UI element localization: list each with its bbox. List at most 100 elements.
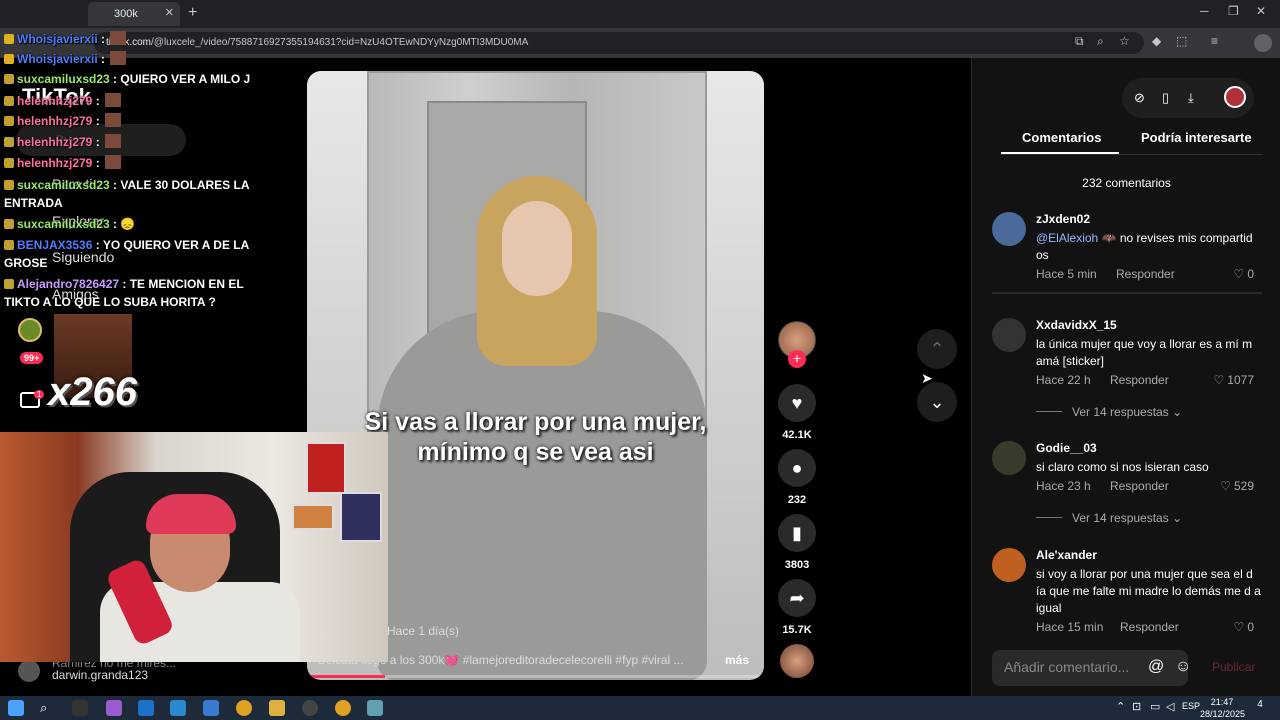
user-avatar[interactable] xyxy=(1224,86,1246,108)
comments-panel: ⊘ ▯ ⤓ Comentarios Podría interesarte 232… xyxy=(971,58,1280,698)
browser-tab[interactable]: 300k ✕ xyxy=(88,2,180,26)
view-replies-label: Ver 14 respuestas xyxy=(1072,511,1169,525)
mention-icon[interactable]: @ xyxy=(1148,658,1164,676)
url-bar[interactable]: tiktok.com/@luxcele_/video/7588716927355… xyxy=(94,32,1144,54)
clock[interactable]: 21:47 28/12/2025 xyxy=(1200,696,1246,720)
notification-center-icon[interactable]: 4 xyxy=(1252,699,1268,715)
window-close-icon[interactable]: ✕ xyxy=(1256,4,1266,18)
emote-icon xyxy=(105,155,122,169)
previous-video-button[interactable]: ⌃ xyxy=(917,329,957,369)
like-count: 42.1K xyxy=(782,429,812,441)
comment-user[interactable]: XxdavidxX_15 xyxy=(1036,318,1117,332)
file-explorer-icon[interactable] xyxy=(269,700,285,716)
search-icon[interactable]: ⌕ xyxy=(40,700,47,716)
avatar[interactable] xyxy=(992,212,1026,246)
more-link[interactable]: más xyxy=(725,653,749,667)
mouse-cursor-icon: ➤ xyxy=(921,370,933,386)
chrome-icon[interactable] xyxy=(236,700,252,716)
media-icon[interactable]: ≡ xyxy=(1211,34,1218,48)
tab-interest[interactable]: Podría interesarte xyxy=(1141,130,1252,145)
comment-button[interactable]: ● xyxy=(778,449,816,487)
edge-icon[interactable] xyxy=(170,700,186,716)
comment-like[interactable]: ♡ 0 xyxy=(1234,620,1254,634)
chat-message: suxcamiluxsd23 : QUIERO VER A MILO J xyxy=(4,70,250,88)
obs-icon[interactable] xyxy=(302,700,318,716)
comment-user[interactable]: Godie__03 xyxy=(1036,441,1097,455)
tab-comments[interactable]: Comentarios xyxy=(1022,130,1101,145)
windows-start-icon[interactable] xyxy=(8,700,24,716)
avatar[interactable] xyxy=(992,548,1026,582)
chat-user: BENJAX3536 xyxy=(17,238,93,252)
clock-date: 28/12/2025 xyxy=(1200,709,1246,719)
task-view-icon[interactable] xyxy=(72,700,88,716)
copilot-icon[interactable] xyxy=(106,700,122,716)
avatar[interactable] xyxy=(992,318,1026,352)
chat-user: helenhhzj279 xyxy=(17,114,93,128)
minimize-icon[interactable]: ─ xyxy=(1200,4,1209,18)
like-button[interactable]: ♥ xyxy=(778,384,816,422)
chevron-down-icon: ⌄ xyxy=(1172,511,1183,525)
save-button[interactable]: ▮ xyxy=(778,514,816,552)
chat-message: helenhhzj279 : xyxy=(4,133,122,151)
cast-icon[interactable]: ⧉ xyxy=(1075,34,1084,49)
store-icon[interactable] xyxy=(203,700,219,716)
comment-user[interactable]: Ale'xander xyxy=(1036,548,1097,562)
publish-button[interactable]: Publicar xyxy=(1212,660,1255,674)
emote-icon xyxy=(110,51,127,65)
battery-icon[interactable]: ▭ xyxy=(1150,700,1160,713)
view-replies[interactable]: Ver 14 respuestas ⌄ xyxy=(1036,405,1182,419)
network-icon[interactable]: ⊡ xyxy=(1132,700,1141,713)
tray-chevron-icon[interactable]: ⌃ xyxy=(1116,700,1125,713)
avatar[interactable] xyxy=(992,441,1026,475)
chat-message: helenhhzj279 : xyxy=(4,92,122,110)
chat-text: : xyxy=(92,156,104,170)
comment-like[interactable]: ♡ 1077 xyxy=(1214,373,1254,387)
video-progress-bar[interactable] xyxy=(307,675,764,678)
notifications-badge[interactable]: 99+ xyxy=(20,352,44,364)
profile-avatar[interactable] xyxy=(1254,34,1272,52)
address-bar-row: tiktok.com/@luxcele_/video/7588716927355… xyxy=(0,28,1280,58)
zoom-icon[interactable]: ⌕ xyxy=(1097,34,1104,49)
outlook-icon[interactable] xyxy=(138,700,154,716)
comment-text: si voy a llorar por una mujer que sea el… xyxy=(1036,567,1261,615)
extension-icon[interactable]: ◆ xyxy=(1152,34,1161,48)
follow-button[interactable]: + xyxy=(788,350,806,368)
app-icon[interactable] xyxy=(367,700,383,716)
new-tab-icon[interactable]: + xyxy=(188,4,197,22)
language-indicator[interactable]: ESP xyxy=(1182,701,1200,711)
restore-icon[interactable]: ❐ xyxy=(1228,4,1239,18)
bookmark-icon: ▮ xyxy=(792,523,802,543)
reply-button[interactable]: Responder xyxy=(1110,479,1169,493)
chrome-active-icon[interactable] xyxy=(335,700,351,716)
chat-text: : xyxy=(92,135,104,149)
reply-button[interactable]: Responder xyxy=(1120,620,1179,634)
device-icon[interactable]: ▯ xyxy=(1162,90,1169,106)
comment-like[interactable]: ♡ 529 xyxy=(1220,479,1254,493)
music-disc-icon[interactable] xyxy=(780,644,814,678)
reply-button[interactable]: Responder xyxy=(1116,267,1175,281)
next-video-button[interactable]: ⌄ xyxy=(917,382,957,422)
emoji-icon[interactable]: ☺ xyxy=(1175,658,1191,676)
tab-divider xyxy=(1001,154,1263,155)
reply-button[interactable]: Responder xyxy=(1110,373,1169,387)
volume-icon[interactable]: ◁ xyxy=(1166,700,1174,713)
comment-time: Hace 15 min xyxy=(1036,620,1104,634)
puzzle-icon[interactable]: ⬚ xyxy=(1176,34,1187,48)
comment-user[interactable]: zJxden02 xyxy=(1036,212,1090,226)
download-icon[interactable]: ⤓ xyxy=(1188,90,1194,106)
screen: 300k ✕ + ─ ❐ ✕ tiktok.com/@luxcele_/vide… xyxy=(0,0,1280,720)
taskbar: ⌕ ⌃ ⊡ ▭ ◁ ESP 21:47 28/12/2025 4 xyxy=(0,696,1280,720)
view-replies[interactable]: Ver 14 respuestas ⌄ xyxy=(1036,511,1182,525)
chat-message: helenhhzj279 : xyxy=(4,154,122,172)
share-button[interactable]: ➦ xyxy=(778,579,816,617)
comment-mention[interactable]: @ElAlexioh xyxy=(1036,231,1098,245)
video-progress-fill xyxy=(307,675,385,678)
tab-close-icon[interactable]: ✕ xyxy=(165,6,174,19)
bookmark-star-icon[interactable]: ☆ xyxy=(1119,34,1130,48)
webcam-feed xyxy=(0,432,388,662)
coins-icon[interactable]: ⊘ xyxy=(1134,90,1145,106)
streamer-hair xyxy=(146,494,236,534)
video-person-face xyxy=(502,201,572,296)
comment-like[interactable]: ♡ 0 xyxy=(1234,267,1254,281)
tab-title: 300k xyxy=(114,8,138,20)
